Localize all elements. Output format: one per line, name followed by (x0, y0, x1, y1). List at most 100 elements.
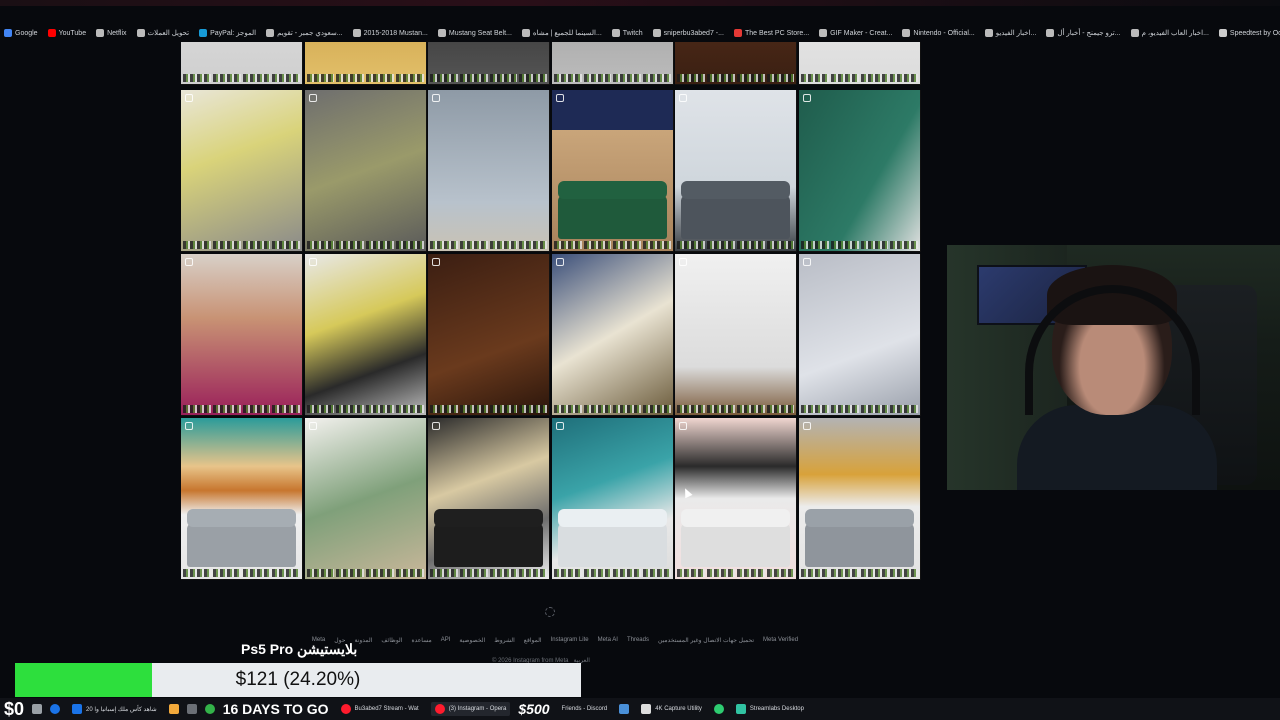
post-thumbnail[interactable] (181, 42, 303, 85)
bookmark-item[interactable]: اخبار الفيديو... (984, 29, 1036, 37)
bookmark-label: Speedtest by Ookl... (1229, 29, 1280, 37)
watermark-strip (553, 74, 671, 82)
footer-link[interactable]: Instagram Lite (551, 637, 589, 644)
doc-icon (352, 29, 361, 37)
youtube-icon (47, 29, 56, 37)
watermark-strip (306, 74, 424, 82)
post-thumbnail[interactable] (428, 90, 551, 252)
post-thumbnail[interactable] (675, 90, 798, 252)
app-icon[interactable] (713, 704, 724, 714)
watermark-strip (183, 569, 300, 577)
watermark-strip (183, 241, 300, 249)
bookmark-item[interactable]: ترو جيمنج - أخبار أل... (1046, 29, 1121, 37)
bookmark-item[interactable]: YouTube (47, 29, 86, 37)
post-thumbnail[interactable] (551, 42, 674, 85)
footer-link[interactable]: Meta Verified (763, 637, 798, 644)
bookmark-item[interactable]: تحويل العملات (136, 29, 189, 37)
bookmark-item[interactable]: Netflix (96, 29, 127, 37)
post-thumbnail[interactable] (181, 254, 303, 416)
opera-icon (434, 704, 445, 714)
post-thumbnail[interactable] (304, 254, 427, 416)
footer-link[interactable]: الوظائف (381, 637, 402, 644)
terminal-icon[interactable] (186, 704, 197, 714)
watermark-strip (306, 241, 424, 249)
opera-icon (340, 704, 351, 714)
footer-link[interactable]: Meta AI (598, 637, 618, 644)
taskbar-app-instagram[interactable]: (3) Instagram - Opera (430, 702, 511, 716)
bookmark-label: sniperbu3abed7 -... (663, 29, 724, 37)
doc-icon (1130, 29, 1139, 37)
post-thumbnail[interactable] (675, 42, 798, 85)
bookmark-item[interactable]: sniperbu3abed7 -... (652, 29, 724, 37)
bookmark-label: السينما للجميع | مشاه... (532, 30, 602, 37)
bookmark-item[interactable]: The Best PC Store... (733, 29, 809, 37)
bookmark-item[interactable]: اخبار العاب الفيديو، م... (1130, 29, 1209, 37)
doc-icon (96, 29, 105, 37)
bookmark-item[interactable]: Google (4, 29, 38, 37)
taskbar-app-discord[interactable]: Friends - Discord (558, 704, 612, 714)
bookmark-item[interactable]: السينما للجميع | مشاه... (521, 29, 602, 37)
taskbar-app-label: Friends - Discord (561, 706, 608, 712)
sofa-illustration (805, 523, 914, 567)
bookmark-label: Mustang Seat Belt... (448, 29, 512, 37)
post-thumbnail[interactable] (551, 254, 674, 416)
carousel-icon (679, 258, 688, 266)
doc-icon (266, 29, 275, 37)
bookmark-item[interactable]: 2015-2018 Mustan... (352, 29, 428, 37)
app-icon[interactable] (619, 704, 630, 714)
post-thumbnail[interactable] (181, 418, 303, 580)
footer-link[interactable]: مساعدة (411, 637, 431, 644)
bookmark-label: 2015-2018 Mustan... (363, 29, 428, 37)
taskbar-app-capture[interactable]: 4K Capture Utility (637, 702, 706, 716)
file-explorer-icon[interactable] (32, 704, 43, 714)
post-thumbnail[interactable] (304, 42, 427, 85)
post-thumbnail[interactable] (428, 254, 551, 416)
bookmark-item[interactable]: Mustang Seat Belt... (437, 29, 512, 37)
post-thumbnail[interactable] (675, 254, 798, 416)
footer-link[interactable]: الخصوصية (459, 637, 485, 644)
post-thumbnail[interactable] (428, 418, 551, 580)
post-thumbnail[interactable] (551, 90, 674, 252)
post-thumbnail[interactable] (675, 418, 798, 580)
capture-icon (641, 704, 652, 714)
bookmark-item[interactable]: Twitch (611, 29, 643, 37)
bookmark-item[interactable]: PayPal: الموجز (199, 29, 256, 37)
watermark-strip (677, 405, 795, 413)
post-thumbnail[interactable] (304, 418, 427, 580)
donation-start-label: $0 (4, 698, 25, 719)
bookmark-item[interactable]: Speedtest by Ookl... (1218, 29, 1280, 37)
bookmark-item[interactable]: Nintendo - Official... (902, 29, 975, 37)
post-thumbnail[interactable] (799, 418, 921, 580)
post-thumbnail[interactable] (799, 42, 921, 85)
donation-goal-label: $500 (518, 701, 550, 717)
post-thumbnail[interactable] (799, 254, 921, 416)
watermark-strip (553, 569, 671, 577)
sofa-illustration (187, 523, 296, 567)
folder-icon[interactable] (168, 704, 179, 714)
windows-taskbar: $0 شاهد كأس ملك إسبانيا وا 20 16 DAYS TO… (0, 698, 1280, 720)
webcam-overlay (947, 245, 1280, 490)
footer-link[interactable]: الشروط (494, 637, 515, 644)
post-thumbnail[interactable] (799, 90, 921, 252)
bookmark-item[interactable]: GIF Maker - Creat... (819, 29, 892, 37)
doc-icon (1046, 29, 1055, 37)
taskbar-app-streamlabs[interactable]: Streamlabs Desktop (732, 702, 808, 716)
footer-link[interactable]: المواقع (524, 637, 542, 644)
footer-link[interactable]: Threads (627, 637, 649, 644)
xbox-icon[interactable] (204, 704, 215, 714)
taskbar-app-label: (3) Instagram - Opera (448, 706, 507, 712)
post-thumbnail[interactable] (428, 42, 551, 85)
footer-link[interactable]: API (441, 637, 451, 644)
footer-link[interactable]: تحميل جهات الاتصال وغير المستخدمين (658, 637, 754, 644)
post-thumbnail[interactable] (181, 90, 303, 252)
chrome-icon[interactable] (50, 704, 61, 714)
browser-icon (72, 704, 83, 714)
doc-icon (984, 29, 993, 37)
post-thumbnail[interactable] (551, 418, 674, 580)
watermark-strip (183, 405, 300, 413)
bookmark-item[interactable]: سعودي جمبر - تقويم... (266, 29, 343, 37)
taskbar-app-stream[interactable]: Bu3abed7 Stream - Wat (337, 702, 423, 716)
taskbar-app-shahid[interactable]: شاهد كأس ملك إسبانيا وا 20 (68, 702, 161, 716)
post-thumbnail[interactable] (304, 90, 427, 252)
taskbar-app-label: Streamlabs Desktop (749, 706, 804, 712)
